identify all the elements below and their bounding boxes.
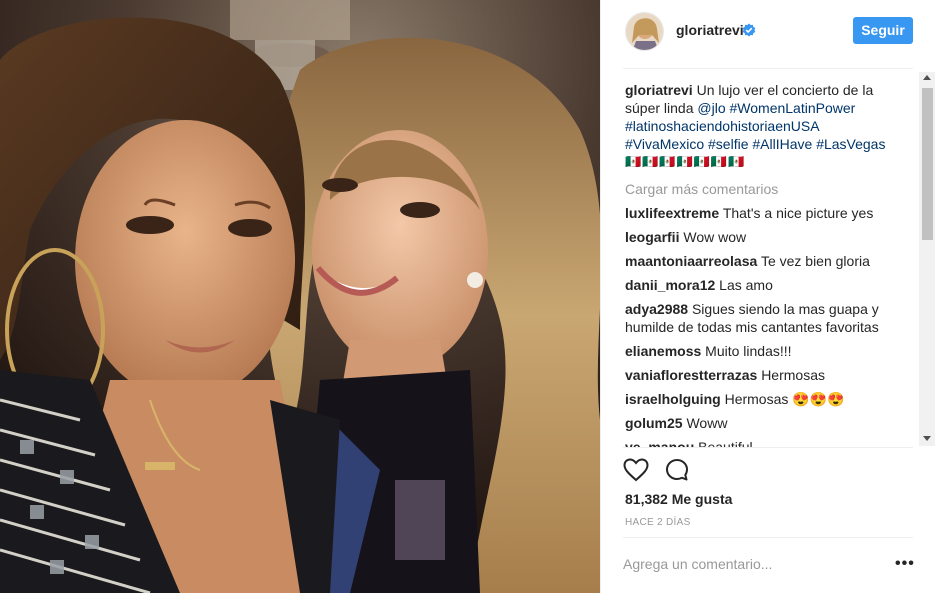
comment-username[interactable]: golum25 <box>625 415 683 431</box>
comment-username[interactable]: ve_manou <box>625 439 694 447</box>
comment: danii_mora12 Las amo <box>625 276 890 294</box>
comment-text: Beautiful <box>698 439 753 447</box>
caption: gloriatrevi Un lujo ver el concierto de … <box>625 81 895 171</box>
comments-scrollbar[interactable] <box>919 72 935 446</box>
hashtag-link[interactable]: #AllIHave <box>752 136 812 152</box>
comment-text: Las amo <box>719 277 773 293</box>
comment-text: Hermosas <box>761 367 825 383</box>
comment-username[interactable]: elianemoss <box>625 343 701 359</box>
hashtag-link[interactable]: #WomenLatinPower <box>730 100 856 116</box>
comment: adya2988 Sigues siendo la mas guapa y hu… <box>625 300 890 336</box>
comment-text: That's a nice picture yes <box>722 205 874 221</box>
avatar[interactable] <box>625 12 664 51</box>
comment: luxlifeextreme That's a nice picture yes <box>625 204 890 222</box>
comment-text: Muito lindas!!! <box>705 343 792 359</box>
post-timestamp: HACE 2 DÍAS <box>625 517 691 528</box>
comment-text: Te vez bien gloria <box>760 253 870 269</box>
mention-link[interactable]: @jlo <box>697 100 725 116</box>
comment-username[interactable]: adya2988 <box>625 301 688 317</box>
selfie-image <box>0 0 600 593</box>
comment: israelholguing Hermosas 😍😍😍 <box>625 390 890 408</box>
likes-count[interactable]: 81,382 Me gusta <box>625 491 732 507</box>
comment-username[interactable]: maantoniaarreolasa <box>625 253 757 269</box>
comment-icon[interactable] <box>665 458 689 482</box>
hashtag-link[interactable]: #VivaMexico <box>625 136 704 152</box>
comment: vaniaflorestterrazas Hermosas <box>625 366 890 384</box>
comments-list[interactable]: gloriatrevi Un lujo ver el concierto de … <box>601 69 920 447</box>
comment: elianemoss Muito lindas!!! <box>625 342 890 360</box>
post-header: gloriatrevi Seguir <box>601 0 935 66</box>
comment: leogarfii Wow wow <box>625 228 890 246</box>
hashtag-link[interactable]: #LasVegas <box>816 136 885 152</box>
scroll-up-arrow-icon[interactable] <box>923 75 931 80</box>
follow-button[interactable]: Seguir <box>853 17 913 44</box>
comment-username[interactable]: luxlifeextreme <box>625 205 719 221</box>
comment-text: Wow wow <box>683 229 747 245</box>
comment-username[interactable]: danii_mora12 <box>625 277 715 293</box>
hashtag-link[interactable]: #latinoshaciendohistoriaenUSA <box>625 118 819 134</box>
post-photo[interactable] <box>0 0 600 593</box>
comment: ve_manou Beautiful <box>625 438 890 447</box>
verified-badge-icon <box>742 23 756 37</box>
caption-emojis: 🇲🇽🇲🇽🇲🇽🇲🇽🇲🇽🇲🇽🇲🇽 <box>625 154 746 169</box>
comment-text: Hermosas 😍😍😍 <box>724 391 845 407</box>
username[interactable]: gloriatrevi <box>676 22 744 38</box>
comment: golum25 Woww <box>625 414 890 432</box>
scroll-down-arrow-icon[interactable] <box>923 436 931 441</box>
more-options-icon[interactable]: ••• <box>895 556 914 572</box>
comment-username[interactable]: leogarfii <box>625 229 679 245</box>
scrollbar-thumb[interactable] <box>922 88 933 240</box>
comment: maantoniaarreolasa Te vez bien gloria <box>625 252 890 270</box>
post-details-panel: gloriatrevi Seguir gloriatrevi Un lujo v… <box>600 0 935 593</box>
comment-username[interactable]: israelholguing <box>625 391 721 407</box>
add-comment-input[interactable] <box>623 550 873 578</box>
comment-username[interactable]: vaniaflorestterrazas <box>625 367 757 383</box>
comment-text: Woww <box>686 415 728 431</box>
heart-icon[interactable] <box>623 458 649 482</box>
caption-username[interactable]: gloriatrevi <box>625 82 693 98</box>
divider <box>623 447 913 448</box>
load-more-comments-button[interactable]: Cargar más comentarios <box>625 180 920 198</box>
divider <box>623 537 913 538</box>
hashtag-link[interactable]: #selfie <box>708 136 748 152</box>
